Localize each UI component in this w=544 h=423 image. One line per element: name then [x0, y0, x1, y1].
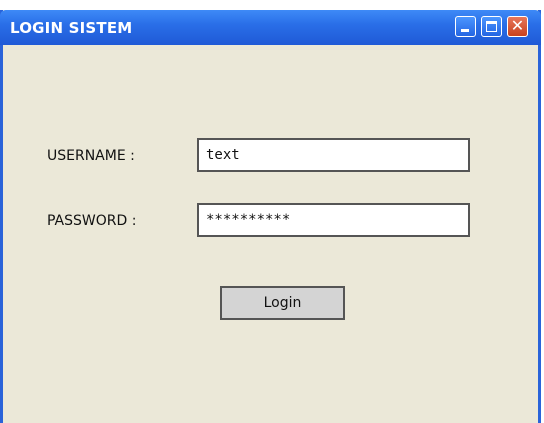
close-icon: ✕ — [510, 16, 525, 35]
close-button[interactable]: ✕ — [507, 16, 528, 37]
username-input[interactable] — [197, 138, 470, 172]
window-title: LOGIN SISTEM — [10, 19, 133, 37]
title-bar[interactable]: LOGIN SISTEM ✕ — [0, 10, 541, 45]
maximize-button[interactable] — [481, 16, 502, 37]
minimize-button[interactable] — [455, 16, 476, 37]
minimize-icon — [461, 29, 469, 32]
password-input[interactable] — [197, 203, 470, 237]
maximize-icon — [486, 21, 497, 32]
username-label: USERNAME : — [47, 148, 135, 164]
login-window: LOGIN SISTEM ✕ USERNAME : PASSWORD : Log… — [0, 10, 541, 423]
login-button[interactable]: Login — [220, 286, 345, 320]
password-label: PASSWORD : — [47, 213, 137, 229]
